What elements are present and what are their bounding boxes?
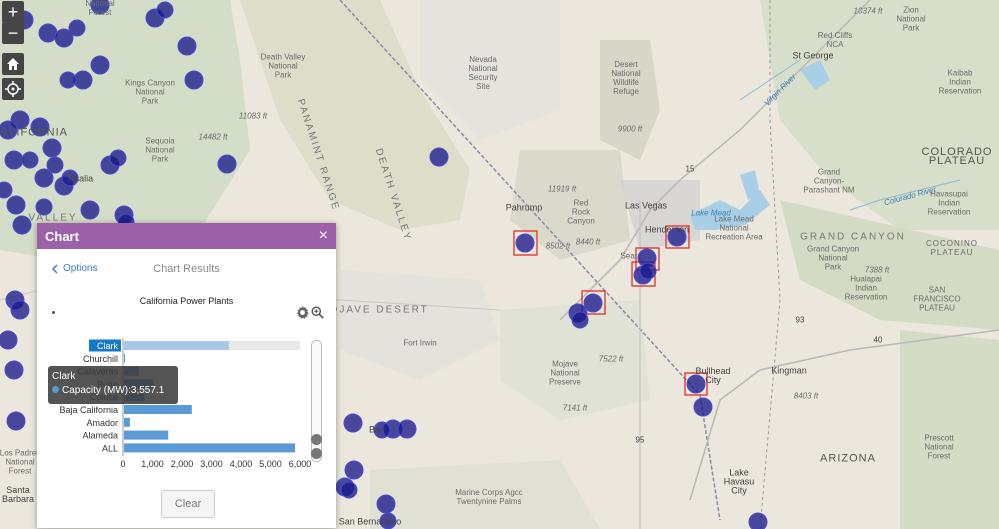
label-marine-corps: Marine Corps Agcc Twentynine Palms	[455, 488, 523, 506]
label-elev-11083: 11083 ft	[238, 111, 268, 121]
bar-baja-california[interactable]	[124, 405, 192, 414]
x-tick-label: 4,000	[230, 459, 253, 469]
label-hualapai: Hualapai Indian Reservation	[844, 274, 888, 302]
category-label[interactable]: Alameda	[82, 431, 118, 441]
chart-tooltip: Clark Capacity (MW):3,557.1	[48, 366, 178, 404]
label-elev-10374: 10374 ft	[853, 6, 883, 16]
bar-amador[interactable]	[124, 417, 130, 427]
tooltip-value-row: Capacity (MW):3,557.1	[52, 384, 174, 398]
home-icon	[7, 58, 19, 70]
label-lake-mead-nra: Lake Mead National Recreation Area	[705, 214, 763, 242]
gear-icon[interactable]	[296, 306, 309, 319]
label-sequoia: Sequoia National Park	[145, 136, 175, 164]
label-kaibab: Kaibab Indian Reservation	[938, 68, 982, 96]
label-santa-barbara: Santa Barbara	[1, 485, 35, 504]
tooltip-series-label: Capacity (MW):	[62, 385, 131, 396]
label-las-vegas: Las Vegas	[624, 200, 668, 211]
x-tick-label: 1,000	[141, 459, 164, 469]
chart-title: California Power Plants	[139, 296, 234, 306]
home-button[interactable]	[2, 53, 24, 75]
label-nevada-security: Nevada National Security Site	[468, 55, 498, 91]
label-elev-7522: 7522 ft	[598, 354, 624, 364]
label-desert-wildlife: Desert National Wildlife Refuge	[611, 60, 641, 96]
label-san-bern: San Bernardino	[338, 516, 402, 527]
scroll-down-button[interactable]	[311, 448, 322, 459]
label-searchlight: Sear	[620, 251, 638, 261]
chart-panel-title: Chart	[45, 228, 79, 244]
label-arizona: ARIZONA	[820, 452, 876, 465]
label-grand-canyon-np: Grand Canyon National Park	[806, 244, 860, 272]
label-death-valley-park: Death Valley National Park	[260, 52, 306, 80]
bar-all[interactable]	[124, 443, 296, 453]
label-elev-8440: 8440 ft	[575, 237, 601, 247]
label-national-forest: National Forest	[85, 0, 115, 17]
zoom-in-button[interactable]: +	[2, 1, 24, 23]
label-elev-11919: 11919 ft	[547, 184, 577, 194]
label-red-cliffs: Red Cliffs NCA	[817, 31, 853, 49]
label-lake-havasu: Lake Havasu City	[723, 467, 755, 496]
scroll-up-button[interactable]	[311, 434, 322, 445]
tooltip-value: 3,557.1	[130, 385, 165, 396]
category-label[interactable]: ALL	[102, 443, 118, 453]
label-grand-canyon-parashant: Grand Canyon- Parashant NM	[803, 167, 855, 195]
category-label[interactable]: Baja California	[59, 405, 118, 415]
x-tick-label: 3,000	[200, 459, 223, 469]
label-grand-canyon: GRAND CANYON	[800, 231, 906, 243]
label-henderson: Henderson	[644, 224, 690, 235]
label-hwy-40: 40	[873, 335, 883, 345]
locate-icon	[5, 81, 21, 97]
label-elev-7388: 7388 ft	[864, 265, 890, 275]
label-mojave-preserve: Mojave National Preserve	[548, 359, 582, 387]
label-elev-8502: 8502 ft	[545, 241, 571, 251]
chart-results-title: Chart Results	[153, 263, 220, 275]
label-visalia: Visalia	[66, 173, 94, 184]
bar-churchill[interactable]	[124, 353, 125, 363]
clear-button[interactable]: Clear	[161, 490, 215, 518]
label-elev-9900: 9900 ft	[617, 124, 643, 134]
label-valley: VALLEY	[28, 212, 78, 224]
close-icon[interactable]: ×	[319, 227, 328, 245]
bar-alameda[interactable]	[124, 430, 169, 440]
label-hwy-15: 15	[685, 164, 695, 174]
label-hwy-95: 95	[635, 435, 645, 445]
label-zion: Zion National Park	[896, 5, 926, 33]
label-colorado-plateau: COLORADO PLATEAU	[921, 146, 993, 167]
category-label[interactable]: Amador	[86, 418, 118, 428]
bullet-dot	[52, 311, 55, 314]
bar-clark[interactable]	[124, 341, 229, 350]
label-barstow: Bar	[368, 424, 384, 435]
x-tick-label: 2,000	[171, 459, 194, 469]
label-coconino: COCONINO PLATEAU	[926, 239, 978, 257]
label-elev-7141: 7141 ft	[562, 403, 588, 413]
label-pahrump: Pahrump	[505, 202, 543, 213]
label-prescott: Prescott National Forest	[924, 433, 954, 461]
label-st-george: St George	[792, 50, 834, 61]
zoom-icon[interactable]	[311, 306, 324, 319]
tooltip-category: Clark	[52, 371, 76, 382]
label-kings-canyon: Kings Canyon National Park	[125, 78, 175, 106]
category-label[interactable]: Clark	[97, 341, 119, 351]
label-sf-plateau: SAN FRANCISCO PLATEAU	[913, 285, 961, 313]
label-elev-8403: 8403 ft	[793, 391, 819, 401]
label-kingman: Kingman	[771, 365, 807, 376]
series-swatch	[52, 386, 59, 393]
category-label[interactable]: Churchill	[83, 354, 118, 364]
locate-button[interactable]	[2, 78, 24, 100]
label-california: CALIFORNIA	[0, 126, 69, 139]
zoom-out-button[interactable]: −	[2, 22, 24, 44]
x-tick-label: 0	[120, 459, 125, 469]
label-los-padres: Los Padres National Forest	[0, 448, 41, 476]
label-elev-14482: 14482 ft	[198, 132, 228, 142]
label-bullhead: Bullhead City	[695, 366, 731, 385]
x-tick-label: 5,000	[259, 459, 282, 469]
label-red-rock: Red Rock Canyon	[567, 198, 595, 226]
x-tick-label: 6,000	[289, 459, 312, 469]
chart-panel-header: Chart ×	[37, 223, 336, 249]
label-hwy-93: 93	[795, 315, 805, 325]
label-fort-irwin: Fort Irwin	[403, 338, 437, 348]
